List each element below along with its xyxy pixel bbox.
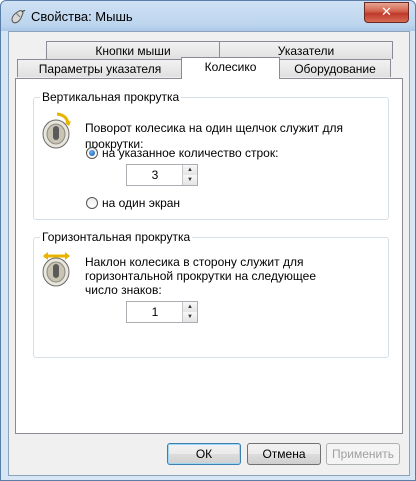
lines-value[interactable]: 3 bbox=[127, 165, 183, 185]
tab-hardware[interactable]: Оборудование bbox=[279, 59, 391, 77]
ok-button[interactable]: ОК bbox=[167, 443, 241, 465]
stepper-down-icon[interactable]: ▼ bbox=[182, 312, 197, 322]
tab-wheel[interactable]: Колесико bbox=[181, 57, 280, 79]
wheel-tab-panel: Вертикальная прокрутка Поворот колесика … bbox=[15, 78, 403, 434]
stepper-down-icon[interactable]: ▼ bbox=[182, 175, 197, 185]
stepper-up-icon[interactable]: ▲ bbox=[182, 165, 197, 175]
vertical-scroll-title: Вертикальная прокрутка bbox=[40, 90, 182, 104]
tab-pointer-options[interactable]: Параметры указателя bbox=[17, 59, 183, 77]
radio-one-screen[interactable] bbox=[86, 197, 98, 209]
title-bar[interactable]: Свойства: Мышь ✕ bbox=[1, 1, 415, 31]
chars-stepper[interactable]: 1 ▲ ▼ bbox=[126, 301, 198, 323]
window-title: Свойства: Мышь bbox=[31, 9, 133, 24]
horizontal-scroll-desc-line3: число знаков: bbox=[85, 283, 162, 297]
mouse-properties-window: Свойства: Мышь ✕ Кнопки мыши Указатели П… bbox=[0, 0, 416, 481]
radio-lines[interactable] bbox=[86, 147, 98, 159]
mouse-icon bbox=[11, 10, 26, 24]
horizontal-scroll-title: Горизонтальная прокрутка bbox=[40, 230, 193, 244]
mouse-wheel-icon bbox=[42, 112, 71, 149]
close-icon: ✕ bbox=[381, 4, 392, 19]
radio-lines-label[interactable]: на указанное количество строк: bbox=[102, 145, 278, 161]
lines-stepper[interactable]: 3 ▲ ▼ bbox=[126, 164, 198, 186]
horizontal-scroll-group: Горизонтальная прокрутка Наклон колесика… bbox=[33, 230, 389, 358]
stepper-up-icon[interactable]: ▲ bbox=[182, 302, 197, 312]
radio-one-screen-label[interactable]: на один экран bbox=[102, 195, 180, 211]
close-button[interactable]: ✕ bbox=[364, 2, 409, 23]
cancel-button[interactable]: Отмена bbox=[247, 443, 321, 465]
apply-button[interactable]: Применить bbox=[326, 443, 400, 465]
vertical-scroll-group: Вертикальная прокрутка Поворот колесика … bbox=[33, 90, 389, 220]
dialog-client-area: Кнопки мыши Указатели Параметры указател… bbox=[8, 31, 410, 476]
chars-value[interactable]: 1 bbox=[127, 302, 183, 322]
mouse-wheel-tilt-icon bbox=[42, 252, 70, 287]
